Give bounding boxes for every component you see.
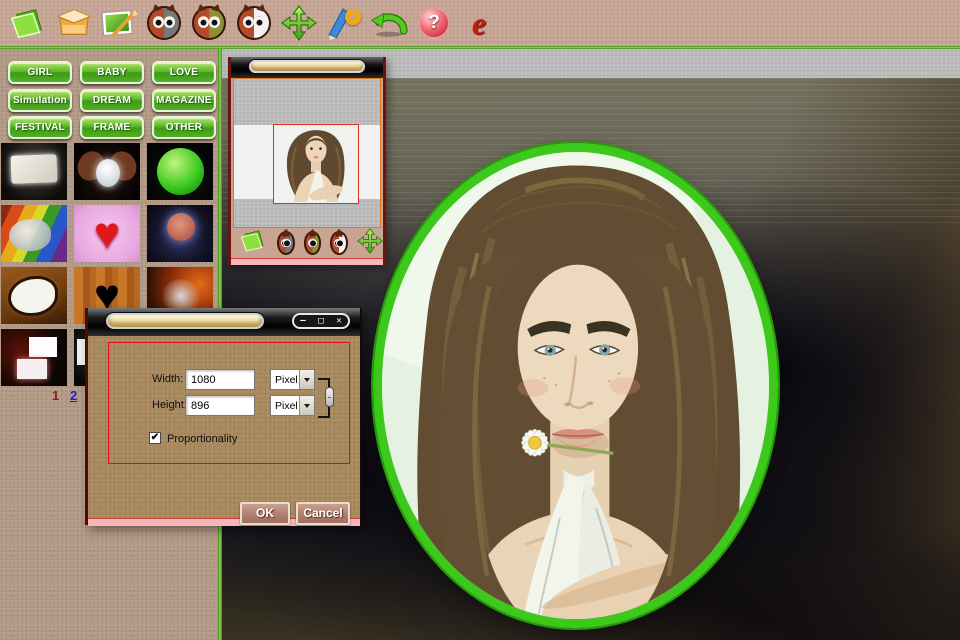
thumbnail-plaque-frame[interactable] [1,143,67,200]
proportionality-label: Proportionality [167,433,237,445]
save-project-icon[interactable] [55,3,93,43]
owl-compare-icon[interactable] [235,3,273,43]
preview-owl-white-icon[interactable] [330,231,348,255]
thumbnail-dark-red-frame[interactable] [1,329,67,386]
preview-owl-olive-icon[interactable] [304,231,322,255]
preview-open-folder-icon[interactable] [240,228,268,258]
height-unit-value: Pixel [271,400,299,412]
width-unit-value: Pixel [271,374,299,386]
owl-eye [153,16,164,28]
category-girl[interactable]: GIRL [8,61,72,84]
thumbnail-rainbow-blob-frame[interactable] [1,205,67,262]
plasma-core-shape [167,213,195,241]
photo-slot [29,337,57,357]
owl-eye [243,16,254,28]
thumbnail-burnt-paper-frame[interactable] [1,267,67,324]
toolbar-separator [0,46,960,49]
ok-button[interactable]: OK [240,502,290,525]
category-festival[interactable]: FESTIVAL [8,116,72,139]
height-unit-dropdown-button[interactable] [299,396,314,415]
e-glyph: e [472,8,486,38]
owl-eye [336,239,344,247]
dialog-titlebar[interactable]: – □ ✕ [88,308,360,336]
browser-icon[interactable]: e [460,3,498,43]
category-love[interactable]: LOVE [152,61,216,84]
owl-eye [283,239,291,247]
width-input[interactable] [185,369,255,390]
preview-move-icon[interactable] [357,228,383,259]
question-glyph: ? [418,7,450,39]
draw-tool-icon[interactable] [325,3,363,43]
plaque-shape [11,154,58,184]
chain-link-icon [325,387,334,407]
width-label: Width: [152,373,183,385]
owl-eye [254,16,265,28]
category-frame[interactable]: FRAME [80,116,144,139]
preview-content [233,78,381,228]
owl-effect-icon[interactable] [190,3,228,43]
window-controls: – □ ✕ [292,313,350,329]
minimize-button[interactable]: – [300,316,305,326]
orb-shape [96,159,120,187]
category-magazine[interactable]: MAGAZINE [152,89,216,112]
owl-eye [198,16,209,28]
photo-slot [17,359,47,379]
cancel-button[interactable]: Cancel [296,502,350,525]
height-input[interactable] [185,395,255,416]
thumbnail-hands-orb-frame[interactable] [74,143,140,200]
thumbnail-pink-heart-frame[interactable]: ♥ [74,205,140,262]
owl-eye [164,16,175,28]
category-dream[interactable]: DREAM [80,89,144,112]
paper-hole-shape [11,279,55,313]
titlebar-handle [249,60,365,73]
framed-portrait-photo [382,152,769,619]
category-simulation[interactable]: Simulation [8,89,72,112]
maximize-button[interactable]: □ [318,316,323,326]
category-other[interactable]: OTHER [152,116,216,139]
photo-frame-canvas[interactable] [373,143,778,628]
heart-glyph: ♥ [94,209,120,258]
page-1-link[interactable]: 1 [52,388,59,403]
dialog-titlebar-handle [106,313,264,329]
preview-owl-gray-icon[interactable] [277,231,295,255]
dialog-body: Width: Pixel Height: Pixel ✔ Proportiona… [88,336,360,518]
chevron-down-icon [304,404,310,408]
page-2-link[interactable]: 2 [70,388,77,403]
preview-bottom-strip [231,258,383,265]
resize-dialog: – □ ✕ Width: Pixel Height: Pixel ✔ Propo… [85,308,362,525]
open-folder-icon[interactable] [10,3,48,43]
photo-frame-app: ? e GIRL BABY LOVE Simulation DREAM MAGA… [0,0,960,640]
height-label: Height: [152,399,187,411]
preview-margin-top [234,79,380,125]
width-unit-dropdown-button[interactable] [299,370,314,389]
owl-white-icon [237,6,271,40]
proportionality-checkbox[interactable]: ✔ [149,432,161,444]
preview-toolbar [231,228,383,258]
blob-shape [9,219,51,251]
sphere-shape [157,148,204,195]
width-unit-select[interactable]: Pixel [270,369,315,390]
category-baby[interactable]: BABY [80,61,144,84]
main-toolbar: ? e [0,0,960,46]
thumbnail-plasma-circle-frame[interactable] [147,205,213,262]
thumbnail-green-sphere-frame[interactable] [147,143,213,200]
move-tool-icon[interactable] [280,3,318,43]
owl-eye [309,239,317,247]
undo-icon[interactable] [370,3,408,43]
height-unit-select[interactable]: Pixel [270,395,315,416]
edit-image-icon[interactable] [100,3,138,43]
owl-olive-icon [192,6,226,40]
preview-window [228,57,386,265]
chevron-down-icon [304,378,310,382]
preview-portrait [274,125,358,203]
ring-icon [345,9,361,25]
preview-photo [273,124,359,204]
preview-titlebar[interactable] [231,57,383,78]
owl-gray-icon [147,6,181,40]
close-button[interactable]: ✕ [336,316,341,326]
help-icon[interactable]: ? [415,3,453,43]
owl-original-icon[interactable] [145,3,183,43]
owl-eye [209,16,220,28]
